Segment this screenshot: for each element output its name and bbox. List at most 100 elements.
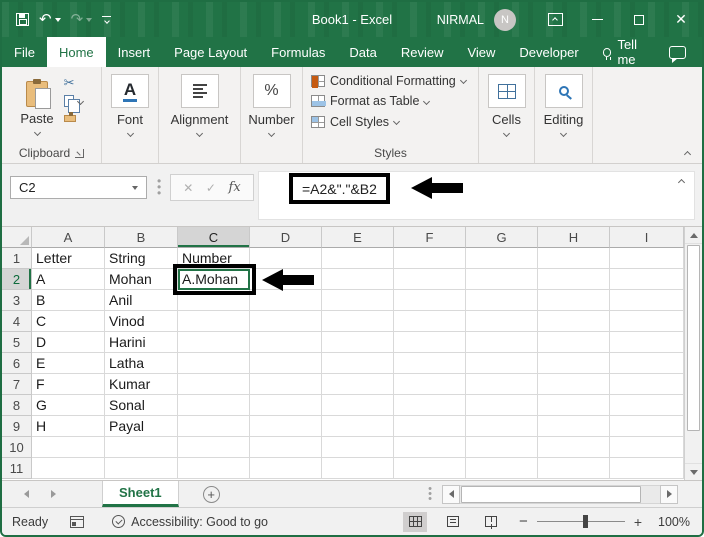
redo-button[interactable]: ↷ <box>71 12 93 27</box>
cell-i6[interactable] <box>610 353 684 374</box>
cell-b8[interactable]: Sonal <box>105 395 178 416</box>
button-conditional-formatting[interactable]: Conditional Formatting <box>311 74 467 88</box>
cell-a1[interactable]: Letter <box>32 248 105 269</box>
cell-h6[interactable] <box>538 353 610 374</box>
tab-file[interactable]: File <box>2 37 47 67</box>
cell-e10[interactable] <box>322 437 394 458</box>
cell-a3[interactable]: B <box>32 290 105 311</box>
cell-b11[interactable] <box>105 458 178 479</box>
zoom-slider-thumb[interactable] <box>582 514 588 528</box>
cell-h5[interactable] <box>538 332 610 353</box>
format-painter-icon[interactable] <box>63 112 76 122</box>
cell-a6[interactable]: E <box>32 353 105 374</box>
cell-d8[interactable] <box>250 395 322 416</box>
cell-b5[interactable]: Harini <box>105 332 178 353</box>
cell-i1[interactable] <box>610 248 684 269</box>
cell-d4[interactable] <box>250 311 322 332</box>
minimize-button[interactable] <box>576 2 618 37</box>
zoom-in-button[interactable]: + <box>634 514 642 530</box>
tell-me-button[interactable]: Tell me <box>591 37 670 67</box>
cell-g11[interactable] <box>466 458 538 479</box>
row-header-1[interactable]: 1 <box>2 248 32 269</box>
zoom-out-button[interactable]: − <box>519 513 528 530</box>
previous-sheet-icon[interactable] <box>24 490 29 498</box>
editing-group-button[interactable]: Editing <box>544 74 583 138</box>
cell-a4[interactable]: C <box>32 311 105 332</box>
formula-bar-input[interactable]: =A2&"."&B2 <box>258 171 695 220</box>
cell-c9[interactable] <box>178 416 250 437</box>
cell-e8[interactable] <box>322 395 394 416</box>
cell-g5[interactable] <box>466 332 538 353</box>
cell-e5[interactable] <box>322 332 394 353</box>
cell-d1[interactable] <box>250 248 322 269</box>
cell-f3[interactable] <box>394 290 466 311</box>
cell-f10[interactable] <box>394 437 466 458</box>
scroll-left-button[interactable] <box>442 484 460 504</box>
cell-a10[interactable] <box>32 437 105 458</box>
cell-f1[interactable] <box>394 248 466 269</box>
cell-i4[interactable] <box>610 311 684 332</box>
cell-c11[interactable] <box>178 458 250 479</box>
cell-c6[interactable] <box>178 353 250 374</box>
column-header-i[interactable]: I <box>610 227 684 248</box>
cell-c7[interactable] <box>178 374 250 395</box>
cell-e7[interactable] <box>322 374 394 395</box>
cell-e1[interactable] <box>322 248 394 269</box>
font-group-button[interactable]: A Font <box>111 74 149 138</box>
tab-home[interactable]: Home <box>46 37 106 67</box>
column-header-e[interactable]: E <box>322 227 394 248</box>
row-header-10[interactable]: 10 <box>2 437 32 458</box>
cell-h3[interactable] <box>538 290 610 311</box>
cell-f4[interactable] <box>394 311 466 332</box>
save-button[interactable] <box>16 13 29 26</box>
cell-h2[interactable] <box>538 269 610 290</box>
macro-record-icon[interactable] <box>70 515 85 528</box>
cell-e6[interactable] <box>322 353 394 374</box>
cell-g1[interactable] <box>466 248 538 269</box>
sheet-tab-sheet1[interactable]: Sheet1 <box>102 481 179 507</box>
cell-b2[interactable]: Mohan <box>105 269 178 290</box>
user-avatar[interactable]: N <box>494 8 516 31</box>
cell-b3[interactable]: Anil <box>105 290 178 311</box>
cell-c8[interactable] <box>178 395 250 416</box>
cell-h1[interactable] <box>538 248 610 269</box>
cell-g8[interactable] <box>466 395 538 416</box>
page-layout-view-button[interactable] <box>441 512 465 532</box>
cell-f6[interactable] <box>394 353 466 374</box>
next-sheet-icon[interactable] <box>51 490 56 498</box>
cell-a2[interactable]: A <box>32 269 105 290</box>
cell-b7[interactable]: Kumar <box>105 374 178 395</box>
column-header-h[interactable]: H <box>538 227 610 248</box>
cell-a11[interactable] <box>32 458 105 479</box>
cell-i11[interactable] <box>610 458 684 479</box>
cell-d5[interactable] <box>250 332 322 353</box>
tab-developer[interactable]: Developer <box>507 37 590 67</box>
row-header-4[interactable]: 4 <box>2 311 32 332</box>
cell-i7[interactable] <box>610 374 684 395</box>
row-header-8[interactable]: 8 <box>2 395 32 416</box>
user-name[interactable]: NIRMAL <box>437 13 484 27</box>
new-sheet-button[interactable]: + <box>202 485 220 503</box>
collapse-formula-bar-icon[interactable] <box>677 178 686 187</box>
cell-e4[interactable] <box>322 311 394 332</box>
row-header-2[interactable]: 2 <box>2 269 32 290</box>
cell-e11[interactable] <box>322 458 394 479</box>
sheet-grid[interactable]: A B C D E F G H I 1 Letter String Number 2 A Mohan A.Moh… <box>2 227 684 480</box>
cell-d7[interactable] <box>250 374 322 395</box>
row-header-11[interactable]: 11 <box>2 458 32 479</box>
scroll-right-button[interactable] <box>660 484 678 504</box>
cell-h7[interactable] <box>538 374 610 395</box>
zoom-slider[interactable] <box>536 514 625 528</box>
copy-button[interactable] <box>63 95 84 113</box>
button-cell-styles[interactable]: Cell Styles <box>311 115 466 129</box>
insert-function-icon[interactable]: fx <box>229 180 241 195</box>
cell-c4[interactable] <box>178 311 250 332</box>
row-header-5[interactable]: 5 <box>2 332 32 353</box>
scroll-up-button[interactable] <box>685 227 702 244</box>
cell-g10[interactable] <box>466 437 538 458</box>
cell-b1[interactable]: String <box>105 248 178 269</box>
cell-i5[interactable] <box>610 332 684 353</box>
cell-d10[interactable] <box>250 437 322 458</box>
cell-g2[interactable] <box>466 269 538 290</box>
cell-a9[interactable]: H <box>32 416 105 437</box>
